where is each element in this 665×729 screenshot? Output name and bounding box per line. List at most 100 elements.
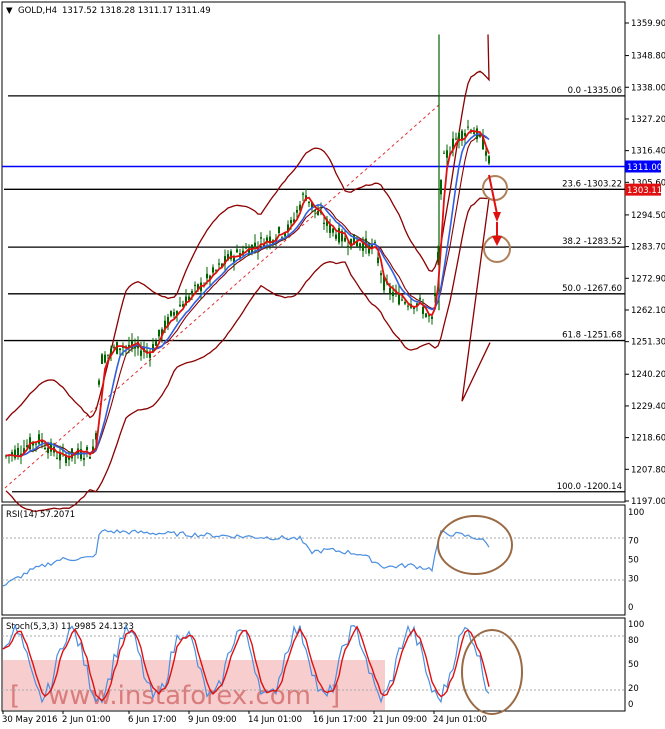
candle-body <box>104 354 106 363</box>
candle-body <box>83 458 85 460</box>
candle-body <box>44 447 46 450</box>
time-tick-label: 2 Jun 01:00 <box>62 715 111 725</box>
candle-body <box>35 443 37 445</box>
time-tick-label: 14 Jun 01:00 <box>248 715 302 725</box>
price-tick-label: 1348.80 <box>631 52 665 62</box>
collapse-arrow-icon[interactable]: ▼ <box>6 6 13 16</box>
down-arrow-2-head <box>492 236 502 246</box>
candle-body <box>440 180 442 195</box>
fib-trend-line <box>4 103 441 489</box>
candle-body <box>113 346 115 348</box>
price-tick-label: 1316.40 <box>631 147 665 157</box>
price-tick-label: 1262.10 <box>631 306 665 316</box>
candle-body <box>431 316 433 319</box>
candle-body <box>467 126 469 128</box>
candle-body <box>191 290 193 295</box>
stoch-axis-label: 20 <box>628 684 639 694</box>
candle-body <box>260 237 262 239</box>
price-tick-label: 1327.20 <box>631 115 665 125</box>
candle-body <box>317 211 319 216</box>
candle-body <box>110 348 112 353</box>
candle-body <box>347 245 349 248</box>
candle-body <box>155 341 157 346</box>
candle-body <box>464 133 466 136</box>
candle-body <box>359 243 361 247</box>
fib-level-label: 100.0 -1200.14 <box>557 482 622 492</box>
current-price-tag-label: 1303.11 <box>627 186 662 196</box>
middle-band <box>5 134 490 457</box>
candle-body <box>434 293 436 297</box>
price-tick-label: 1294.50 <box>631 211 665 221</box>
candle-body <box>98 380 100 385</box>
rsi-axis-label: 0 <box>628 603 633 613</box>
time-tick-label: 21 Jun 09:00 <box>373 715 427 725</box>
rsi-axis-label: 30 <box>628 575 639 585</box>
candle-body <box>389 287 391 293</box>
price-tick-label: 1283.70 <box>631 243 665 253</box>
stoch-axis-label: 100 <box>628 620 644 630</box>
stoch-label: Stoch(5,3,3) 11.9985 24.1323 <box>6 622 134 632</box>
candle-body <box>308 201 310 204</box>
price-tick-label: 1240.20 <box>631 370 665 380</box>
rsi-axis-label: 50 <box>628 556 639 566</box>
price-tick-label: 1218.60 <box>631 434 665 444</box>
candle-body <box>407 305 409 307</box>
candle-body <box>338 228 340 243</box>
candle-body <box>278 226 280 234</box>
candle-body <box>101 354 103 365</box>
candle-body <box>89 456 91 459</box>
symbol-header: GOLD,H4 <box>18 6 57 16</box>
down-arrow-1-head <box>493 212 501 222</box>
blue-price-tag-label: 1311.00 <box>627 163 662 173</box>
candle-body <box>377 257 379 264</box>
candle-body <box>404 302 406 304</box>
rsi-axis-label: 100 <box>628 508 644 518</box>
candle-body <box>425 313 427 317</box>
candle-body <box>14 449 16 459</box>
candle-body <box>212 267 214 273</box>
price-tick-label: 1229.40 <box>631 402 665 412</box>
candle-body <box>179 304 181 307</box>
candle-body <box>59 453 61 461</box>
candle-body <box>335 234 337 239</box>
candle-body <box>455 138 457 140</box>
candle-body <box>290 220 292 224</box>
candle-body <box>236 249 238 253</box>
ma-blue-line <box>5 132 490 457</box>
candle-body <box>374 241 376 243</box>
down-arrow-1 <box>488 174 498 215</box>
candle-body <box>38 434 40 444</box>
rsi-axis: 100 70 50 30 0 <box>628 508 644 613</box>
candle-body <box>170 311 172 316</box>
rsi-circle <box>437 515 513 575</box>
candle-body <box>398 293 400 305</box>
candle-body <box>443 152 445 154</box>
candle-body <box>56 457 58 459</box>
candle-body <box>392 292 394 297</box>
stoch-axis-label: 50 <box>628 660 639 670</box>
price-axis: 1359.901348.801338.001327.201316.401305.… <box>625 19 665 507</box>
fib-levels: 0.0 -1335.06 23.6 -1303.22 38.2 -1283.52 50… <box>2 86 625 493</box>
candle-body <box>380 273 382 276</box>
candle-body <box>401 299 403 301</box>
ohlc-readout: 1317.52 1318.28 1311.17 1311.49 <box>62 6 211 16</box>
stoch-axis-label: 80 <box>628 636 639 646</box>
price-tick-label: 1338.00 <box>631 83 665 93</box>
candle-body <box>344 237 346 242</box>
candle-body <box>149 353 151 358</box>
candle-body <box>194 284 196 286</box>
price-tick-label: 1197.00 <box>631 497 665 507</box>
watermark-text: www.instaforex.com <box>48 681 311 711</box>
candle-body <box>245 247 247 249</box>
price-tick-label: 1359.90 <box>631 19 665 29</box>
candle-body <box>47 447 49 454</box>
candle-body <box>488 156 490 164</box>
price-tick-label: 1272.90 <box>631 274 665 284</box>
fib-level-label: 61.8 -1251.68 <box>562 331 622 341</box>
target-circle-1 <box>482 175 508 201</box>
candle-body <box>218 263 220 265</box>
fib-level-label: 38.2 -1283.52 <box>562 237 622 247</box>
candle-body <box>473 132 475 135</box>
time-tick-label: 9 Jun 09:00 <box>188 715 237 725</box>
fib-level-label: 0.0 -1335.06 <box>568 86 622 96</box>
